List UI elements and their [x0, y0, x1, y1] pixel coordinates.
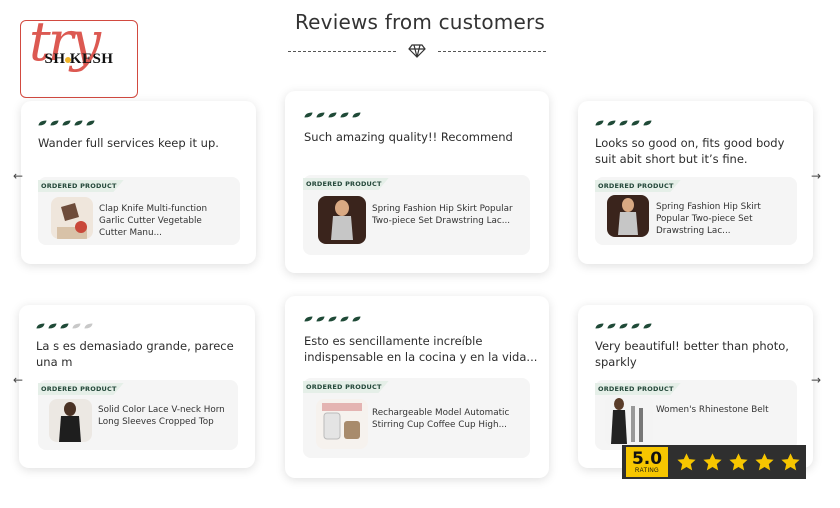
star-icon — [755, 452, 774, 470]
star-icon — [595, 323, 604, 329]
product-thumbnail — [316, 399, 368, 449]
product-name[interactable]: Clap Knife Multi-function Garlic Cutter … — [99, 203, 231, 239]
review-text: Very beautiful! better than photo, spark… — [595, 339, 789, 369]
star-icon — [36, 323, 45, 329]
star-icon — [38, 120, 47, 126]
ordered-product-card[interactable]: ORDERED PRODUCT Clap Knife Multi-functio… — [38, 177, 240, 245]
ordered-product-tag: ORDERED PRODUCT — [38, 383, 124, 395]
star-icon — [304, 316, 313, 322]
product-name[interactable]: Women's Rhinestone Belt — [656, 404, 788, 416]
brand-logo[interactable]: try SH KESH — [20, 20, 138, 98]
star-icon — [643, 120, 652, 126]
star-icon — [340, 316, 349, 322]
logo-brand-text: SH KESH — [44, 51, 114, 67]
product-thumbnail — [51, 197, 93, 239]
star-icon — [619, 323, 628, 329]
rating-label: RATING — [634, 467, 660, 474]
star-icon — [340, 112, 349, 118]
review-text: Such amazing quality!! Recommend — [304, 130, 513, 144]
star-rating — [36, 323, 93, 329]
star-icon — [60, 323, 69, 329]
next-arrow-bottom[interactable]: → — [808, 372, 824, 388]
review-card: Wander full services keep it up. ORDERED… — [21, 101, 256, 264]
dashed-line-left — [288, 50, 396, 52]
ordered-product-card[interactable]: ORDERED PRODUCT Spring Fashion Hip Skirt… — [303, 175, 530, 255]
product-name[interactable]: Rechargeable Model Automatic Stirring Cu… — [372, 407, 522, 431]
product-thumbnail — [607, 195, 649, 237]
star-icon — [703, 452, 722, 470]
review-card: Looks so good on, fits good body suit ab… — [578, 101, 813, 264]
star-icon — [328, 316, 337, 322]
star-icon — [352, 316, 361, 322]
product-name[interactable]: Solid Color Lace V-neck Horn Long Sleeve… — [98, 404, 230, 428]
product-thumbnail — [605, 396, 653, 446]
star-icon — [304, 112, 313, 118]
star-icon — [631, 323, 640, 329]
star-icon — [72, 323, 81, 329]
product-name[interactable]: Spring Fashion Hip Skirt Popular Two-pie… — [656, 201, 788, 237]
star-icon — [84, 323, 93, 329]
star-icon — [729, 452, 748, 470]
ordered-product-card[interactable]: ORDERED PRODUCT Rechargeable Model Autom… — [303, 378, 530, 458]
title-divider — [288, 44, 546, 58]
star-icon — [328, 112, 337, 118]
star-rating — [304, 316, 361, 322]
product-thumbnail — [318, 196, 366, 244]
review-text: Looks so good on, fits good body suit ab… — [595, 136, 785, 166]
ordered-product-card[interactable]: ORDERED PRODUCT Women's Rhinestone Belt — [595, 380, 797, 450]
star-icon — [595, 120, 604, 126]
diamond-icon — [408, 44, 426, 58]
star-icon — [631, 120, 640, 126]
star-icon — [50, 120, 59, 126]
star-icon — [62, 120, 71, 126]
star-icon — [619, 120, 628, 126]
ordered-product-tag: ORDERED PRODUCT — [38, 180, 124, 192]
ordered-product-tag: ORDERED PRODUCT — [303, 381, 389, 393]
star-icon — [316, 316, 325, 322]
rating-badge: 5.0 RATING — [622, 445, 806, 479]
star-icon — [607, 120, 616, 126]
star-icon — [74, 120, 83, 126]
star-icon — [352, 112, 361, 118]
ordered-product-tag: ORDERED PRODUCT — [595, 383, 681, 395]
star-icon — [677, 452, 696, 470]
next-arrow-top[interactable]: → — [808, 168, 824, 184]
review-text: Wander full services keep it up. — [38, 136, 219, 150]
dashed-line-right — [438, 50, 546, 52]
star-icon — [48, 323, 57, 329]
star-rating — [304, 112, 361, 118]
star-rating — [38, 120, 95, 126]
star-icon — [86, 120, 95, 126]
star-rating — [595, 323, 652, 329]
product-thumbnail — [49, 399, 92, 442]
ordered-product-tag: ORDERED PRODUCT — [595, 180, 681, 192]
ordered-product-card[interactable]: ORDERED PRODUCT Solid Color Lace V-neck … — [38, 380, 238, 450]
star-icon — [316, 112, 325, 118]
review-card: La s es demasiado grande, parece una m O… — [19, 305, 255, 468]
prev-arrow-top[interactable]: ← — [10, 168, 26, 184]
rating-value: 5.0 — [631, 448, 663, 469]
prev-arrow-bottom[interactable]: ← — [10, 372, 26, 388]
review-card: Very beautiful! better than photo, spark… — [578, 305, 813, 468]
star-icon — [781, 452, 800, 470]
review-card: Esto es sencillamente increíble indispen… — [285, 296, 549, 478]
rating-score-box: 5.0 RATING — [626, 447, 668, 477]
logo-dot-icon — [65, 57, 71, 63]
ordered-product-card[interactable]: ORDERED PRODUCT Spring Fashion Hip Skirt… — [595, 177, 797, 245]
review-card: Such amazing quality!! Recommend ORDERED… — [285, 91, 549, 273]
rating-stars — [676, 452, 801, 473]
star-icon — [643, 323, 652, 329]
star-icon — [607, 323, 616, 329]
star-rating — [595, 120, 652, 126]
review-text: Esto es sencillamente increíble indispen… — [304, 334, 538, 364]
product-name[interactable]: Spring Fashion Hip Skirt Popular Two-pie… — [372, 203, 522, 227]
review-text: La s es demasiado grande, parece una m — [36, 339, 234, 369]
ordered-product-tag: ORDERED PRODUCT — [303, 178, 389, 190]
